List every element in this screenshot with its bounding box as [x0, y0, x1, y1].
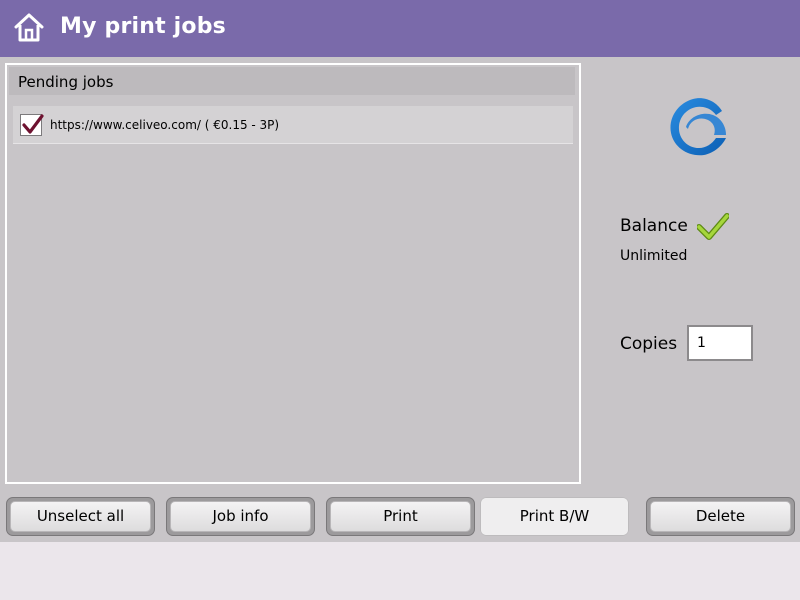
delete-button[interactable]: Delete [646, 497, 795, 536]
home-icon[interactable] [13, 11, 45, 43]
job-checkbox[interactable] [20, 114, 44, 136]
celiveo-logo-icon [670, 98, 726, 156]
job-label: https://www.celiveo.com/ ( €0.15 - 3P) [50, 118, 280, 132]
print-bw-label: Print B/W [481, 498, 628, 535]
unselect-all-label: Unselect all [10, 501, 151, 532]
copies-input[interactable] [687, 325, 753, 361]
job-list-item[interactable]: https://www.celiveo.com/ ( €0.15 - 3P) [13, 106, 573, 144]
print-label: Print [330, 501, 471, 532]
print-bw-button[interactable]: Print B/W [480, 497, 629, 536]
job-info-button[interactable]: Job info [166, 497, 315, 536]
balance-label: Balance [620, 216, 688, 236]
checkmark-icon [22, 114, 44, 134]
pending-jobs-panel: Pending jobs https://www.celiveo.com/ ( … [5, 63, 581, 484]
delete-label: Delete [650, 501, 791, 532]
page-title: My print jobs [60, 14, 226, 39]
copies-label: Copies [620, 334, 678, 354]
pending-jobs-header: Pending jobs [9, 67, 575, 95]
green-check-icon [697, 213, 729, 240]
print-button[interactable]: Print [326, 497, 475, 536]
title-bar: My print jobs [0, 0, 800, 57]
bottom-strip [0, 542, 800, 600]
job-info-label: Job info [170, 501, 311, 532]
unselect-all-button[interactable]: Unselect all [6, 497, 155, 536]
balance-value: Unlimited [620, 248, 688, 264]
pending-jobs-title: Pending jobs [18, 73, 114, 91]
